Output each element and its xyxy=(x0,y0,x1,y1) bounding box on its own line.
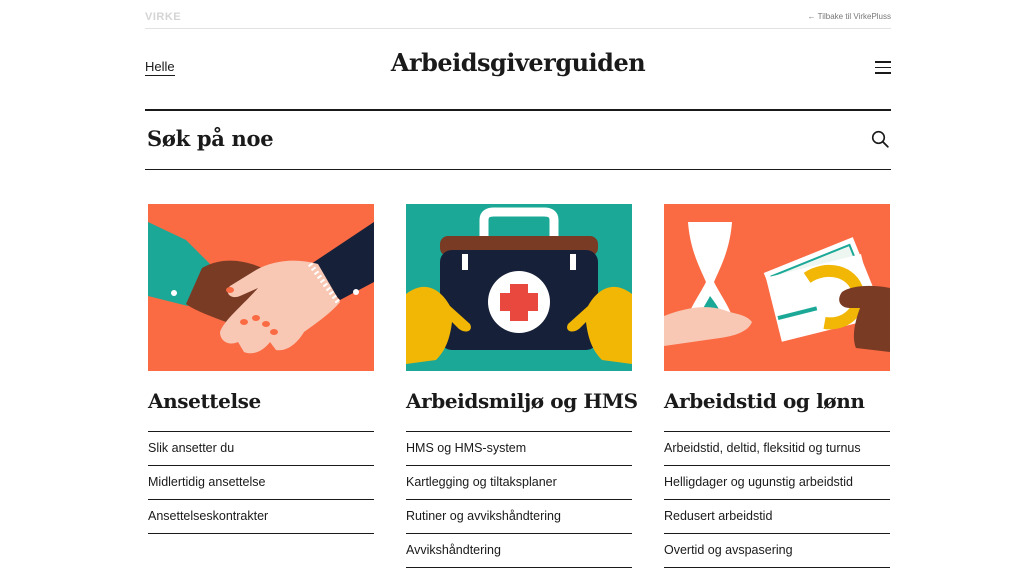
card-link[interactable]: Kartlegging og tiltaksplaner xyxy=(406,466,632,500)
search-icon[interactable] xyxy=(871,130,889,148)
card-link[interactable]: Helligdager og ugunstig arbeidstid xyxy=(664,466,890,500)
card-link-list: HMS og HMS-system Kartlegging og tiltaks… xyxy=(406,431,632,568)
card-link[interactable]: Rutiner og avvikshåndtering xyxy=(406,500,632,534)
top-bar: VIRKE ← Tilbake til VirkePluss xyxy=(145,9,891,29)
card-link-list: Arbeidstid, deltid, fleksitid og turnus … xyxy=(664,431,890,568)
card-link[interactable]: Redusert arbeidstid xyxy=(664,500,890,534)
card-link[interactable]: Ansettelseskontrakter xyxy=(148,500,374,534)
card-title[interactable]: Arbeidstid og lønn xyxy=(664,391,890,431)
card-title[interactable]: Arbeidsmiljø og HMS xyxy=(406,391,638,431)
first-aid-kit-illustration[interactable] xyxy=(406,204,632,371)
handshake-illustration[interactable] xyxy=(148,204,374,371)
virke-logo[interactable]: VIRKE xyxy=(145,11,181,23)
category-card-arbeidstid-lonn: 200 Arbeidstid og lønn Arbeidstid, delti… xyxy=(664,204,890,568)
header: Helle Arbeidsgiverguiden xyxy=(145,28,891,111)
hourglass-money-illustration[interactable]: 200 xyxy=(664,204,890,371)
back-to-virkepluss-link[interactable]: ← Tilbake til VirkePluss xyxy=(808,12,891,21)
category-card-arbeidsmiljo-hms: Arbeidsmiljø og HMS HMS og HMS-system Ka… xyxy=(406,204,638,568)
page-title: Arbeidsgiverguiden xyxy=(390,48,646,77)
card-title[interactable]: Ansettelse xyxy=(148,391,374,431)
card-link[interactable]: Midlertidig ansettelse xyxy=(148,466,374,500)
search-bar xyxy=(145,111,891,170)
search-input[interactable] xyxy=(145,121,829,155)
card-link-list: Slik ansetter du Midlertidig ansettelse … xyxy=(148,431,374,534)
card-link[interactable]: Slik ansetter du xyxy=(148,432,374,466)
card-link[interactable]: HMS og HMS-system xyxy=(406,432,632,466)
card-link[interactable]: Overtid og avspasering xyxy=(664,534,890,568)
card-link[interactable]: Arbeidstid, deltid, fleksitid og turnus xyxy=(664,432,890,466)
card-link[interactable]: Avvikshåndtering xyxy=(406,534,632,568)
hamburger-menu-icon[interactable] xyxy=(875,61,891,74)
category-card-ansettelse: Ansettelse Slik ansetter du Midlertidig … xyxy=(148,204,374,534)
